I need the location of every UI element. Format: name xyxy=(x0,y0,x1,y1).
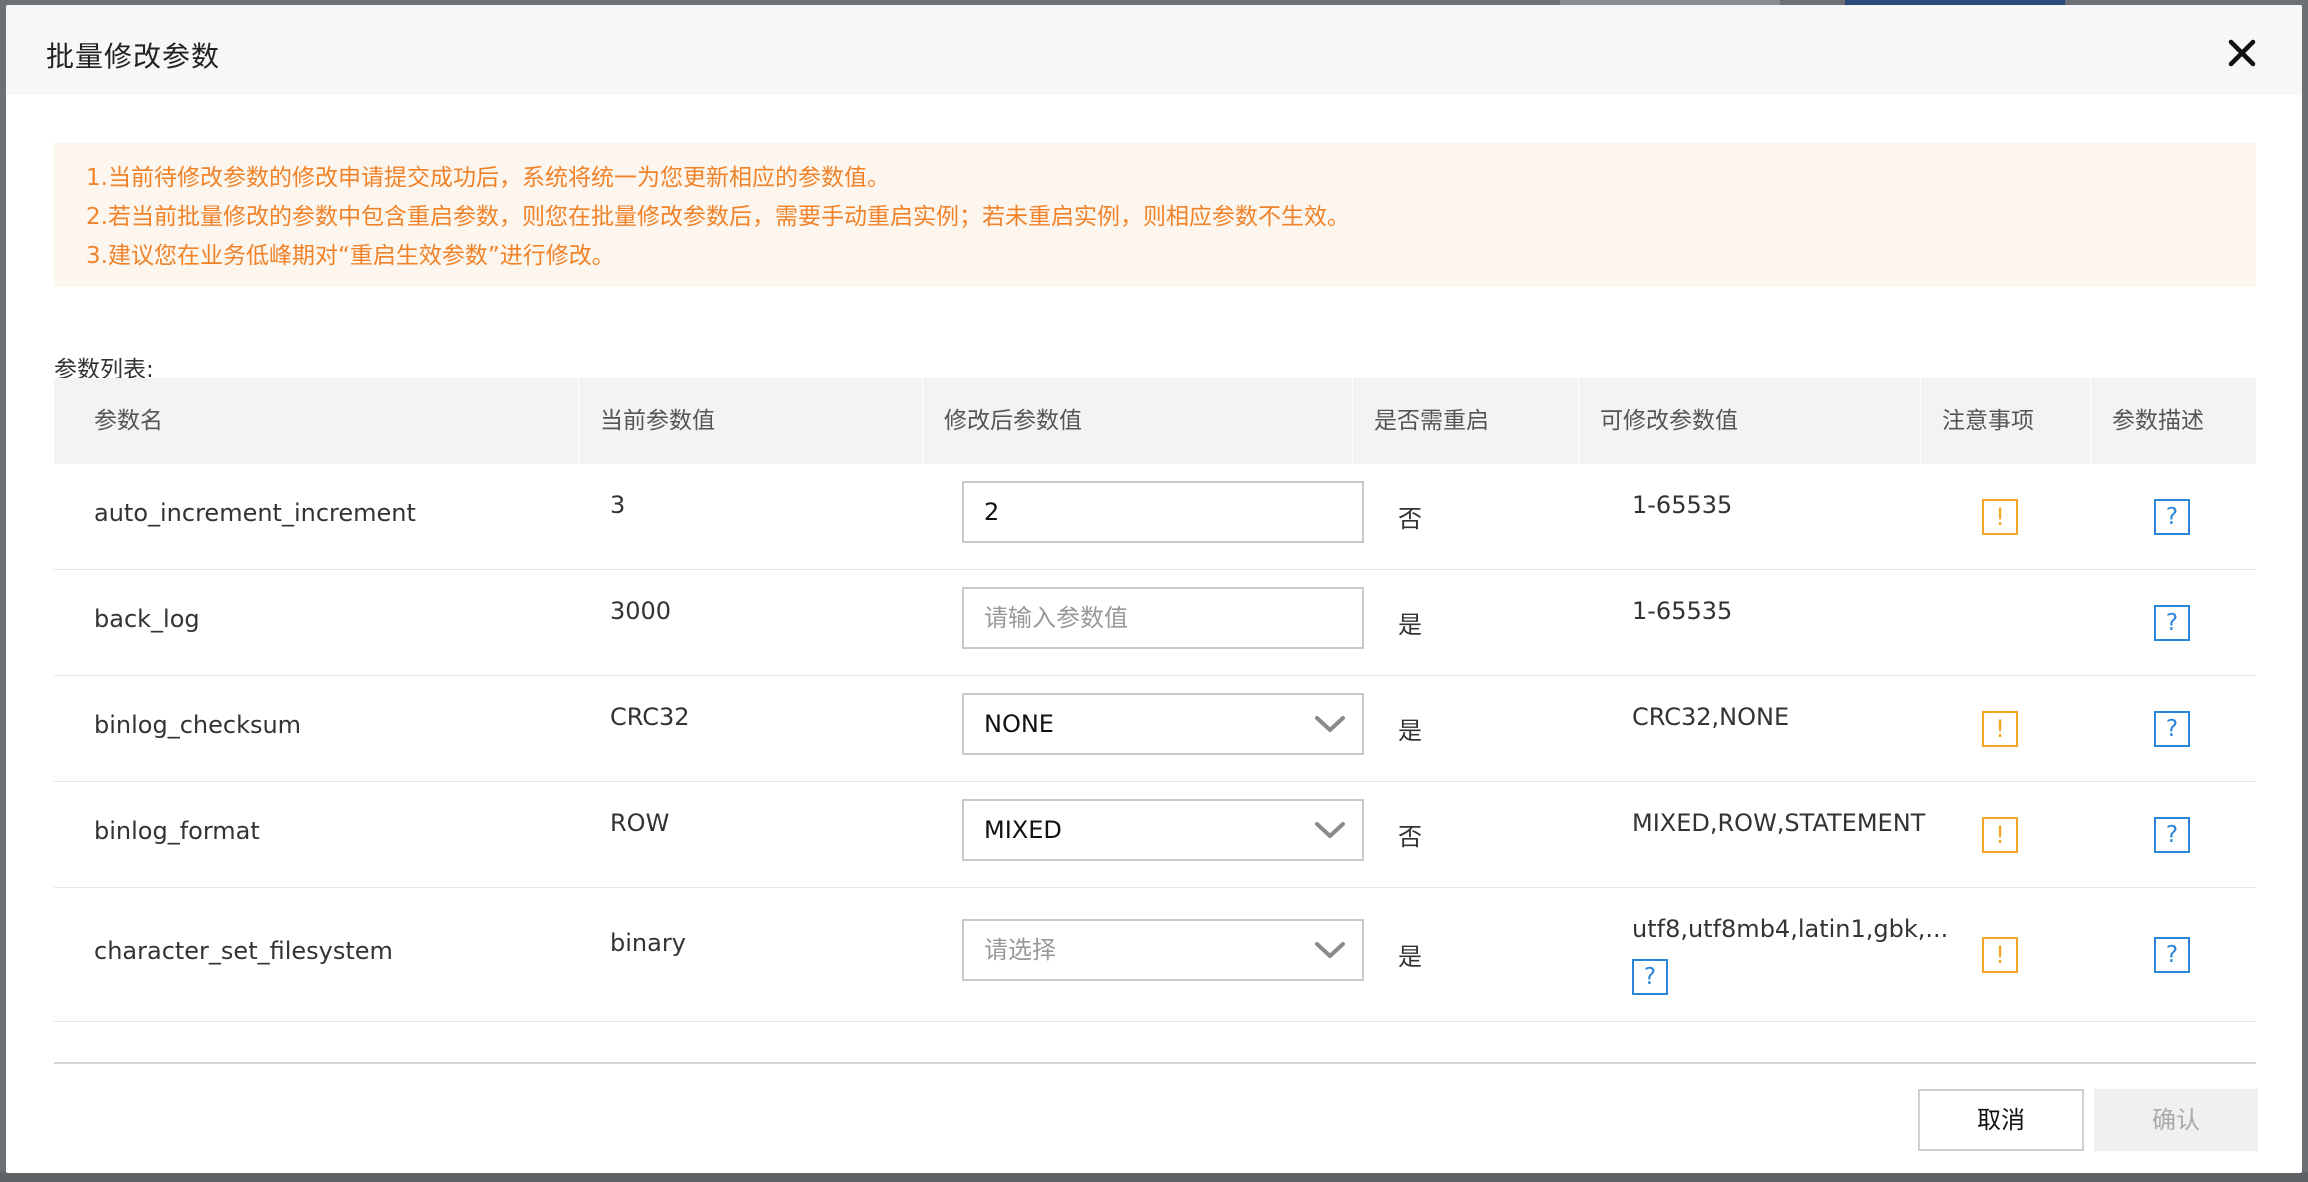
warning-icon[interactable]: ! xyxy=(1982,937,2018,973)
restart-required: 是 xyxy=(1398,717,1422,745)
param-value-input[interactable] xyxy=(962,481,1364,543)
allowed-values: CRC32,NONE xyxy=(1632,703,1790,731)
allowed-values: utf8,utf8mb4,latin1,gbk,... xyxy=(1632,915,1949,943)
param-value-select[interactable]: NONE xyxy=(962,693,1364,755)
allowed-values: MIXED,ROW,STATEMENT xyxy=(1632,809,1926,837)
chevron-down-icon xyxy=(1315,822,1345,838)
param-table: 参数名 当前参数值 修改后参数值 是否需重启 可修改参数值 注意事项 参数描述 … xyxy=(54,378,2256,1022)
notice-box: 1.当前待修改参数的修改申请提交成功后，系统将统一为您更新相应的参数值。 2.若… xyxy=(54,143,2256,287)
col-header-notes: 注意事项 xyxy=(1942,408,2034,434)
table-row: character_set_filesystem binary 请选择 是 ut… xyxy=(54,888,2256,1022)
current-value: 3000 xyxy=(610,597,672,625)
param-value-select[interactable]: 请选择 xyxy=(962,919,1364,981)
notice-line: 3.建议您在业务低峰期对“重启生效参数”进行修改。 xyxy=(86,243,615,269)
current-value: 3 xyxy=(610,491,626,519)
table-row: binlog_checksum CRC32 NONE 是 CRC32,NONE … xyxy=(54,676,2256,782)
col-header-name: 参数名 xyxy=(94,408,163,434)
confirm-button[interactable]: 确认 xyxy=(2094,1089,2258,1151)
allowed-values-help-icon[interactable]: ? xyxy=(1632,959,1668,995)
warning-icon[interactable]: ! xyxy=(1982,711,2018,747)
cancel-button[interactable]: 取消 xyxy=(1918,1089,2084,1151)
help-icon[interactable]: ? xyxy=(2154,817,2190,853)
param-name: character_set_filesystem xyxy=(94,937,393,965)
restart-required: 否 xyxy=(1398,505,1422,533)
help-icon[interactable]: ? xyxy=(2154,937,2190,973)
select-value: MIXED xyxy=(984,816,1062,844)
chevron-down-icon xyxy=(1315,716,1345,732)
backdrop-strip xyxy=(0,1172,2308,1182)
restart-required: 是 xyxy=(1398,943,1422,971)
table-row: auto_increment_increment 3 否 1-65535 ! ? xyxy=(54,464,2256,570)
table-row: binlog_format ROW MIXED 否 MIXED,ROW,STAT… xyxy=(54,782,2256,888)
dialog-title: 批量修改参数 xyxy=(46,40,221,73)
param-name: auto_increment_increment xyxy=(94,499,416,527)
chevron-down-icon xyxy=(1315,942,1345,958)
col-header-description: 参数描述 xyxy=(2112,408,2204,434)
current-value: ROW xyxy=(610,809,670,837)
current-value: binary xyxy=(610,929,686,957)
footer-divider xyxy=(54,1062,2256,1064)
notice-line: 1.当前待修改参数的修改申请提交成功后，系统将统一为您更新相应的参数值。 xyxy=(86,165,890,191)
col-header-new-value: 修改后参数值 xyxy=(944,408,1082,434)
param-name: back_log xyxy=(94,605,200,633)
close-icon xyxy=(2228,39,2256,67)
param-value-input[interactable] xyxy=(962,587,1364,649)
restart-required: 否 xyxy=(1398,823,1422,851)
select-value: NONE xyxy=(984,710,1054,738)
col-header-allowed: 可修改参数值 xyxy=(1600,408,1738,434)
dialog-header: 批量修改参数 xyxy=(6,5,2302,95)
table-row: back_log 3000 是 1-65535 ? xyxy=(54,570,2256,676)
restart-required: 是 xyxy=(1398,611,1422,639)
col-header-restart: 是否需重启 xyxy=(1374,408,1489,434)
param-value-select[interactable]: MIXED xyxy=(962,799,1364,861)
param-name: binlog_format xyxy=(94,817,260,845)
close-button[interactable] xyxy=(2222,33,2262,73)
allowed-values: 1-65535 xyxy=(1632,597,1733,625)
allowed-values: 1-65535 xyxy=(1632,491,1733,519)
col-header-current: 当前参数值 xyxy=(600,408,715,434)
warning-icon[interactable]: ! xyxy=(1982,499,2018,535)
select-placeholder: 请选择 xyxy=(984,936,1056,964)
current-value: CRC32 xyxy=(610,703,690,731)
notice-line: 2.若当前批量修改的参数中包含重启参数，则您在批量修改参数后，需要手动重启实例；… xyxy=(86,204,1350,230)
help-icon[interactable]: ? xyxy=(2154,605,2190,641)
warning-icon[interactable]: ! xyxy=(1982,817,2018,853)
help-icon[interactable]: ? xyxy=(2154,711,2190,747)
param-name: binlog_checksum xyxy=(94,711,302,739)
batch-modify-dialog: 批量修改参数 1.当前待修改参数的修改申请提交成功后，系统将统一为您更新相应的参… xyxy=(6,5,2302,1173)
table-header: 参数名 当前参数值 修改后参数值 是否需重启 可修改参数值 注意事项 参数描述 xyxy=(54,378,2256,464)
help-icon[interactable]: ? xyxy=(2154,499,2190,535)
